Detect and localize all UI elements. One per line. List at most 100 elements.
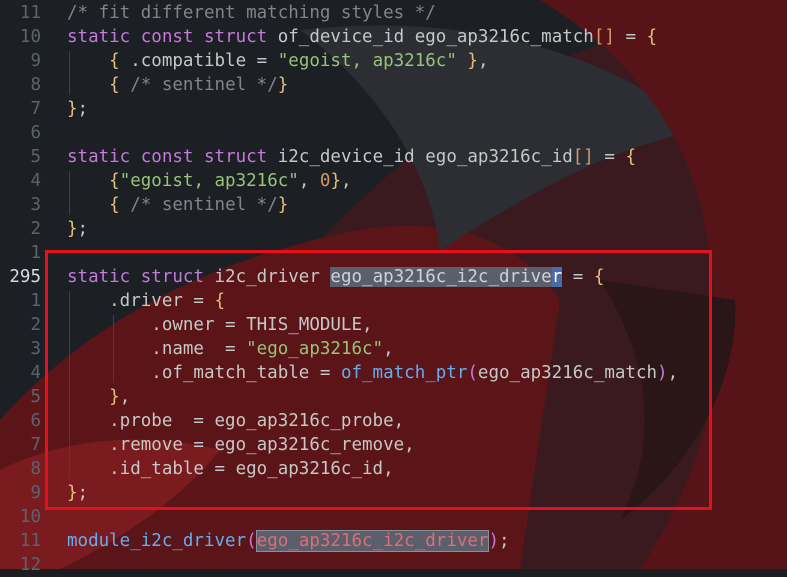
code-token: ) xyxy=(488,531,500,551)
line-number: 6 xyxy=(30,123,41,143)
code-token: .compatible = xyxy=(119,51,278,71)
line-number: 9 xyxy=(30,483,41,503)
code-line[interactable]: 7}; xyxy=(0,97,787,121)
line-number: 3 xyxy=(30,339,41,359)
code-token: struct xyxy=(204,27,268,47)
line-number: 11 xyxy=(19,3,41,23)
code-token: { xyxy=(625,147,636,167)
code-token: [] xyxy=(593,27,615,47)
code-token: { xyxy=(109,171,120,191)
annotation-highlight-box xyxy=(45,250,712,510)
code-token: ; xyxy=(77,219,89,239)
code-token: i2c_device_id ego_ap3216c_id xyxy=(267,147,573,167)
line-number: 10 xyxy=(19,507,41,527)
code-token: , xyxy=(298,171,320,191)
code-text[interactable]: { /* sentinel */} xyxy=(67,73,288,97)
code-token: } xyxy=(277,75,289,95)
line-number: 1 xyxy=(30,291,41,311)
line-number: 9 xyxy=(30,51,41,71)
code-text[interactable]: {"egoist, ap3216c", 0}, xyxy=(67,169,352,193)
code-line[interactable]: 5 static const struct i2c_device_id ego_a… xyxy=(0,145,787,169)
line-number: 6 xyxy=(30,411,41,431)
line-number: 4 xyxy=(30,171,41,191)
code-token: "egoist, ap3216c" xyxy=(119,171,299,191)
code-line[interactable]: 9 { .compatible = "egoist, ap3216c" }, xyxy=(0,49,787,73)
code-text[interactable]: { /* sentinel */} xyxy=(67,193,288,217)
code-line[interactable]: 11 /* fit different matching styles */ xyxy=(0,1,787,25)
code-token: , xyxy=(341,171,352,191)
code-token: ; xyxy=(77,99,89,119)
code-token: { xyxy=(646,27,658,47)
code-token: ( xyxy=(246,531,257,551)
code-line[interactable]: 8 { /* sentinel */} xyxy=(0,73,787,97)
code-token: module_i2c_driver xyxy=(67,531,247,551)
code-line[interactable]: 6 xyxy=(0,121,787,145)
selected-text: ego_ap3216c_i2c_driver xyxy=(255,530,490,552)
code-token: = xyxy=(593,147,626,167)
code-text[interactable]: }; xyxy=(67,217,88,241)
code-text[interactable]: { .compatible = "egoist, ap3216c" }, xyxy=(67,49,489,73)
line-number: 2 xyxy=(30,315,41,335)
code-token: /* fit different matching styles */ xyxy=(67,3,436,23)
line-number: 10 xyxy=(19,27,41,47)
code-token: } xyxy=(67,219,78,239)
code-line[interactable]: 3 { /* sentinel */} xyxy=(0,193,787,217)
code-token: static xyxy=(67,27,131,47)
code-token: struct xyxy=(204,147,268,167)
code-text[interactable]: }; xyxy=(67,97,88,121)
line-number: 5 xyxy=(30,147,41,167)
indent-guide xyxy=(69,171,70,215)
line-number: 1 xyxy=(30,243,41,263)
code-token: { xyxy=(109,195,120,215)
code-token: } xyxy=(67,99,78,119)
code-token: "egoist, ap3216c" xyxy=(277,51,457,71)
code-line[interactable]: 10 static const struct of_device_id ego_a… xyxy=(0,25,787,49)
code-token: } xyxy=(277,195,289,215)
code-token: ; xyxy=(499,531,510,551)
code-token: const xyxy=(140,147,194,167)
code-token: /* sentinel */ xyxy=(130,195,278,215)
line-number: 8 xyxy=(30,75,41,95)
code-token: static xyxy=(67,147,131,167)
code-token: = xyxy=(614,27,647,47)
code-token: 0 xyxy=(319,171,331,191)
line-number: 7 xyxy=(30,435,41,455)
line-number: 3 xyxy=(30,195,41,215)
code-text[interactable]: static const struct i2c_device_id ego_ap… xyxy=(67,145,636,169)
code-token: } xyxy=(330,171,341,191)
line-number: 4 xyxy=(30,363,41,383)
line-number: 8 xyxy=(30,459,41,479)
line-number: 12 xyxy=(19,555,41,575)
line-number: 5 xyxy=(30,387,41,407)
line-number: 7 xyxy=(30,99,41,119)
line-number: 11 xyxy=(19,531,41,551)
code-line[interactable]: 2}; xyxy=(0,217,787,241)
code-text[interactable]: static const struct of_device_id ego_ap3… xyxy=(67,25,657,49)
code-token: , xyxy=(477,51,489,71)
code-token: /* sentinel */ xyxy=(130,75,278,95)
code-token: } xyxy=(467,51,478,71)
code-line[interactable]: 11 module_i2c_driver(ego_ap3216c_i2c_driv… xyxy=(0,529,787,553)
indent-guide xyxy=(69,51,70,95)
code-line[interactable]: 4 {"egoist, ap3216c", 0}, xyxy=(0,169,787,193)
code-token: { xyxy=(109,51,120,71)
code-token: [] xyxy=(572,147,594,167)
code-text[interactable]: /* fit different matching styles */ xyxy=(67,1,436,25)
code-text[interactable]: module_i2c_driver(ego_ap3216c_i2c_driver… xyxy=(67,529,510,553)
code-token: { xyxy=(109,75,120,95)
code-token: of_device_id ego_ap3216c_match xyxy=(267,27,594,47)
code-token: const xyxy=(140,27,194,47)
line-number: 295 xyxy=(9,267,41,287)
line-number: 2 xyxy=(30,219,41,239)
code-line[interactable]: 12 xyxy=(0,553,787,577)
